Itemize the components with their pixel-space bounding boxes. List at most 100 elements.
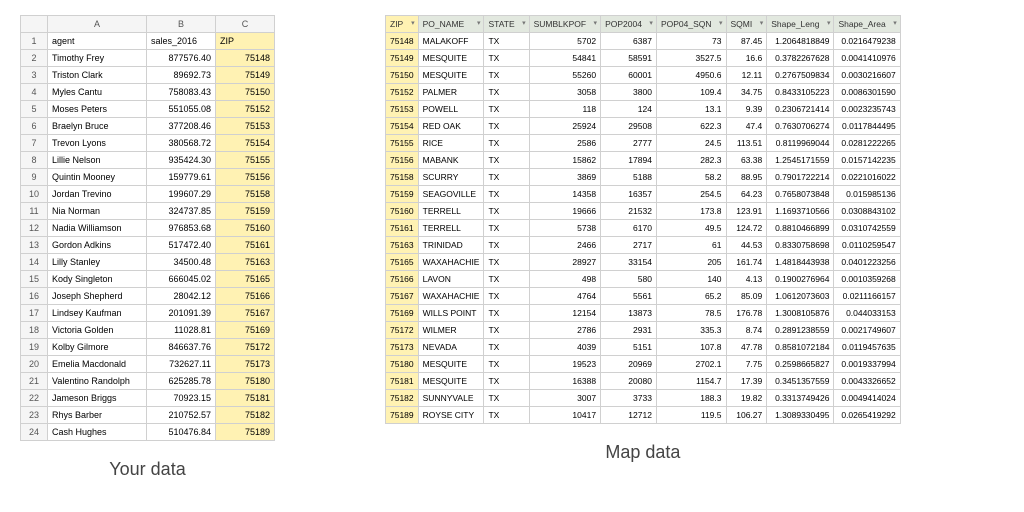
cell-sqmi: 7.75 [726, 356, 767, 373]
cell-sumblkpof: 4764 [529, 288, 600, 305]
cell-zip: 75180 [216, 373, 275, 390]
row-number: 12 [21, 220, 48, 237]
header-pop2004[interactable]: POP2004▾ [601, 16, 657, 33]
cell-pop04-sqn: 65.2 [656, 288, 726, 305]
header-shape_leng[interactable]: Shape_Leng▾ [767, 16, 834, 33]
header-pop04_sqn[interactable]: POP04_SQN▾ [656, 16, 726, 33]
dropdown-arrow-icon: ▾ [649, 17, 653, 31]
cell-sales: 877576.40 [147, 50, 216, 67]
cell-agent: Gordon Adkins [48, 237, 147, 254]
cell-pop04-sqn: 73 [656, 33, 726, 50]
cell-state: TX [484, 288, 529, 305]
cell-pop04-sqn: 173.8 [656, 203, 726, 220]
header-state[interactable]: STATE▾ [484, 16, 529, 33]
cell-shape-area: 0.0216479238 [834, 33, 900, 50]
table-row: 19Kolby Gilmore846637.7675172 [21, 339, 275, 356]
col-letter: A [48, 16, 147, 33]
cell-sumblkpof: 14358 [529, 186, 600, 203]
cell-sumblkpof: 3869 [529, 169, 600, 186]
cell-zip: 75160 [386, 203, 419, 220]
cell-shape-area: 0.0119457635 [834, 339, 900, 356]
header-zip[interactable]: ZIP▾ [386, 16, 419, 33]
your-data-caption: Your data [109, 459, 185, 480]
header-po_name[interactable]: PO_NAME▾ [418, 16, 484, 33]
row-number: 23 [21, 407, 48, 424]
cell-agent: Victoria Golden [48, 322, 147, 339]
header-zip: ZIP [216, 33, 275, 50]
cell-pop2004: 2717 [601, 237, 657, 254]
table-row: 9Quintin Mooney159779.6175156 [21, 169, 275, 186]
cell-sqmi: 47.78 [726, 339, 767, 356]
cell-state: TX [484, 305, 529, 322]
cell-zip: 75152 [386, 84, 419, 101]
cell-sqmi: 19.82 [726, 390, 767, 407]
cell-sales: 210752.57 [147, 407, 216, 424]
cell-sqmi: 106.27 [726, 407, 767, 424]
cell-pop04-sqn: 205 [656, 254, 726, 271]
cell-po-name: MESQUITE [418, 50, 484, 67]
cell-sqmi: 161.74 [726, 254, 767, 271]
cell-sumblkpof: 10417 [529, 407, 600, 424]
cell-pop2004: 5151 [601, 339, 657, 356]
cell-sales: 199607.29 [147, 186, 216, 203]
cell-sqmi: 34.75 [726, 84, 767, 101]
table-row: 75166LAVONTX4985801404.130.19002769640.0… [386, 271, 901, 288]
cell-sqmi: 8.74 [726, 322, 767, 339]
table-row: 7Trevon Lyons380568.7275154 [21, 135, 275, 152]
table-row: 21Valentino Randolph625285.7875180 [21, 373, 275, 390]
cell-sumblkpof: 19666 [529, 203, 600, 220]
cell-pop04-sqn: 1154.7 [656, 373, 726, 390]
cell-agent: Cash Hughes [48, 424, 147, 441]
table-row: 10Jordan Trevino199607.2975158 [21, 186, 275, 203]
header-shape_area[interactable]: Shape_Area▾ [834, 16, 900, 33]
header-sqmi[interactable]: SQMI▾ [726, 16, 767, 33]
cell-agent: Myles Cantu [48, 84, 147, 101]
cell-po-name: PALMER [418, 84, 484, 101]
cell-state: TX [484, 101, 529, 118]
cell-po-name: NEVADA [418, 339, 484, 356]
table-row: 5Moses Peters551055.0875152 [21, 101, 275, 118]
cell-sales: 846637.76 [147, 339, 216, 356]
cell-sumblkpof: 5738 [529, 220, 600, 237]
row-number: 19 [21, 339, 48, 356]
cell-pop2004: 6387 [601, 33, 657, 50]
cell-po-name: TRINIDAD [418, 237, 484, 254]
cell-state: TX [484, 50, 529, 67]
table-row: 75150MESQUITETX55260600014950.612.110.27… [386, 67, 901, 84]
cell-state: TX [484, 152, 529, 169]
cell-zip: 75163 [386, 237, 419, 254]
cell-zip: 75150 [386, 67, 419, 84]
cell-state: TX [484, 407, 529, 424]
table-row: 75148MALAKOFFTX570263877387.451.20648188… [386, 33, 901, 50]
cell-shape-leng: 1.2064818849 [767, 33, 834, 50]
cell-pop2004: 3733 [601, 390, 657, 407]
dropdown-arrow-icon: ▾ [594, 17, 598, 31]
cell-zip: 75161 [386, 220, 419, 237]
row-number: 5 [21, 101, 48, 118]
cell-shape-leng: 1.2545171559 [767, 152, 834, 169]
dropdown-arrow-icon: ▾ [893, 17, 897, 31]
table-row: 11Nia Norman324737.8575159 [21, 203, 275, 220]
cell-sumblkpof: 498 [529, 271, 600, 288]
cell-sales: 510476.84 [147, 424, 216, 441]
cell-pop2004: 58591 [601, 50, 657, 67]
table-row: 75158SCURRYTX3869518858.288.950.79017222… [386, 169, 901, 186]
cell-po-name: ROYSE CITY [418, 407, 484, 424]
cell-pop2004: 20969 [601, 356, 657, 373]
cell-sales: 380568.72 [147, 135, 216, 152]
cell-sumblkpof: 2786 [529, 322, 600, 339]
map-data-panel: ZIP▾PO_NAME▾STATE▾SUMBLKPOF▾POP2004▾POP0… [385, 15, 901, 463]
cell-zip: 75166 [216, 288, 275, 305]
cell-zip: 75149 [216, 67, 275, 84]
cell-zip: 75150 [216, 84, 275, 101]
cell-sqmi: 63.38 [726, 152, 767, 169]
cell-sqmi: 4.13 [726, 271, 767, 288]
cell-shape-area: 0.044033153 [834, 305, 900, 322]
cell-shape-area: 0.0086301590 [834, 84, 900, 101]
header-sumblkpof[interactable]: SUMBLKPOF▾ [529, 16, 600, 33]
dropdown-arrow-icon: ▾ [719, 17, 723, 31]
cell-sumblkpof: 55260 [529, 67, 600, 84]
table-row: 22Jameson Briggs70923.1575181 [21, 390, 275, 407]
map-data-table: ZIP▾PO_NAME▾STATE▾SUMBLKPOF▾POP2004▾POP0… [385, 15, 901, 424]
cell-shape-leng: 0.1900276964 [767, 271, 834, 288]
